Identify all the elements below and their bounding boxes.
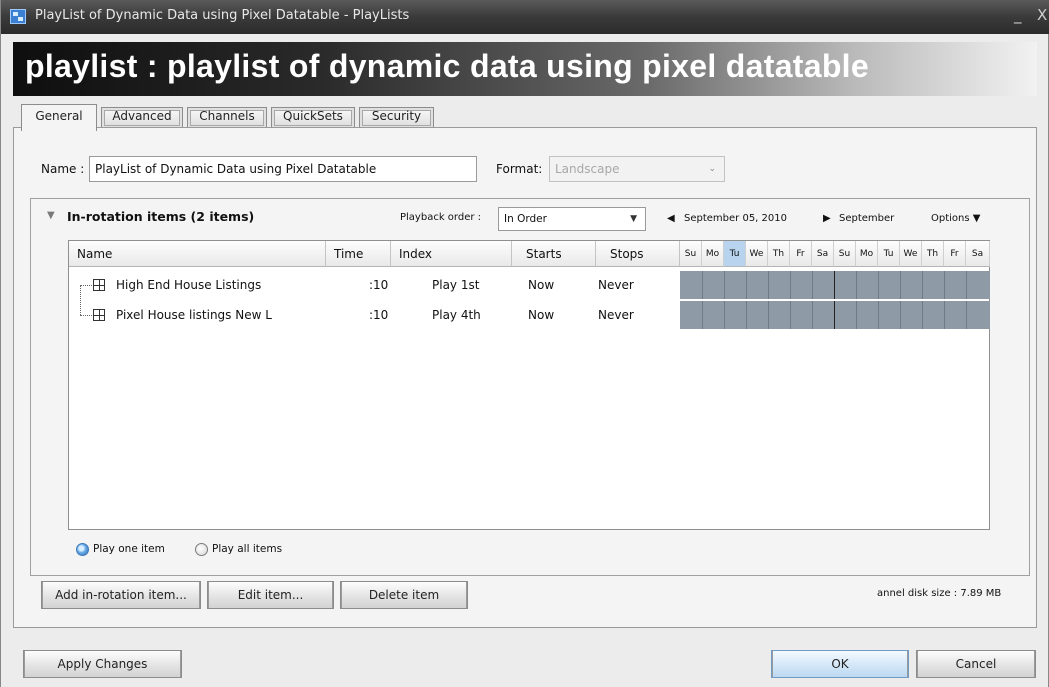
table-grid-icon: [93, 279, 105, 291]
day-label: Su: [680, 241, 702, 267]
tab-channels[interactable]: Channels: [187, 107, 267, 128]
next-month-icon[interactable]: ▶: [823, 213, 831, 224]
schedule-row-bar[interactable]: [680, 301, 990, 329]
day-label: Th: [768, 241, 790, 267]
tab-security[interactable]: Security: [359, 107, 434, 128]
name-input[interactable]: PlayList of Dynamic Data using Pixel Dat…: [89, 156, 477, 182]
day-label-today: Tu: [724, 241, 746, 267]
column-header-starts[interactable]: Starts: [512, 241, 596, 267]
format-value: Landscape: [555, 162, 620, 176]
row-name: High End House Listings: [116, 278, 262, 292]
table-grid-icon: [93, 309, 105, 321]
apply-changes-button[interactable]: Apply Changes: [23, 650, 182, 678]
in-rotation-title: In-rotation items (2 items): [67, 209, 255, 224]
playback-order-select[interactable]: In Order ▼: [498, 207, 646, 231]
playlist-app-icon: [10, 9, 26, 24]
in-rotation-table: Name Time Index Starts Stops Su Mo Tu We…: [68, 240, 990, 530]
day-label: Su: [834, 241, 856, 267]
playback-order-value: In Order: [504, 213, 547, 225]
column-header-stops[interactable]: Stops: [596, 241, 680, 267]
row-name: Pixel House listings New L: [116, 308, 272, 322]
banner-title: playlist : playlist of dynamic data usin…: [25, 48, 869, 84]
column-header-index[interactable]: Index: [391, 241, 512, 267]
day-label: Tu: [878, 241, 900, 267]
play-all-items-radio[interactable]: [195, 543, 208, 556]
row-index: Play 4th: [432, 308, 481, 322]
window-title: PlayList of Dynamic Data using Pixel Dat…: [35, 8, 410, 23]
schedule-row-bar[interactable]: [680, 271, 990, 299]
row-starts: Now: [528, 308, 555, 322]
calendar-date-label: September 05, 2010: [684, 213, 787, 224]
day-label: Sa: [966, 241, 990, 267]
row-time: :10: [369, 308, 389, 322]
tab-quicksets[interactable]: QuickSets: [271, 107, 355, 128]
prev-month-icon[interactable]: ◀: [667, 213, 675, 224]
column-header-time[interactable]: Time: [326, 241, 391, 267]
chevron-down-icon: ▼: [630, 214, 637, 224]
add-in-rotation-item-button[interactable]: Add in-rotation item...: [41, 581, 201, 609]
name-label: Name :: [41, 162, 85, 176]
row-stops: Never: [598, 308, 634, 322]
channel-disk-size: annel disk size : 7.89 MB: [877, 588, 1002, 599]
options-menu[interactable]: Options ▼: [931, 213, 980, 224]
play-all-items-label[interactable]: Play all items: [212, 543, 282, 555]
play-one-item-radio[interactable]: [76, 543, 89, 556]
day-label: Fr: [790, 241, 812, 267]
day-label: Sa: [812, 241, 834, 267]
day-label: Mo: [856, 241, 878, 267]
cancel-button[interactable]: Cancel: [916, 650, 1036, 678]
header-banner: playlist : playlist of dynamic data usin…: [13, 42, 1037, 96]
minimize-button[interactable]: _: [1014, 6, 1022, 24]
table-row[interactable]: Pixel House listings New L :10 Play 4th …: [69, 301, 680, 329]
delete-item-button[interactable]: Delete item: [340, 581, 468, 609]
column-header-name[interactable]: Name: [69, 241, 326, 267]
close-button[interactable]: X: [1037, 6, 1047, 24]
tab-advanced[interactable]: Advanced: [101, 107, 183, 128]
tab-general[interactable]: General: [21, 104, 97, 131]
row-stops: Never: [598, 278, 634, 292]
row-index: Play 1st: [432, 278, 480, 292]
day-label: We: [900, 241, 922, 267]
title-bar: PlayList of Dynamic Data using Pixel Dat…: [1, 0, 1049, 34]
format-label: Format:: [496, 162, 543, 176]
play-one-item-label[interactable]: Play one item: [93, 543, 165, 555]
table-row[interactable]: High End House Listings :10 Play 1st Now…: [69, 271, 680, 299]
day-label: Fr: [944, 241, 966, 267]
day-label: Mo: [702, 241, 724, 267]
ok-button[interactable]: OK: [771, 650, 909, 678]
next-month-label[interactable]: September: [839, 213, 894, 224]
row-starts: Now: [528, 278, 555, 292]
day-label: Th: [922, 241, 944, 267]
edit-item-button[interactable]: Edit item...: [207, 581, 334, 609]
collapse-toggle-icon[interactable]: ▼: [47, 210, 55, 221]
chevron-down-icon: ⌄: [708, 164, 716, 174]
playback-order-label: Playback order :: [400, 212, 482, 223]
row-time: :10: [369, 278, 389, 292]
day-label: We: [746, 241, 768, 267]
format-select[interactable]: Landscape ⌄: [549, 156, 725, 182]
playlist-window: PlayList of Dynamic Data using Pixel Dat…: [0, 0, 1049, 687]
